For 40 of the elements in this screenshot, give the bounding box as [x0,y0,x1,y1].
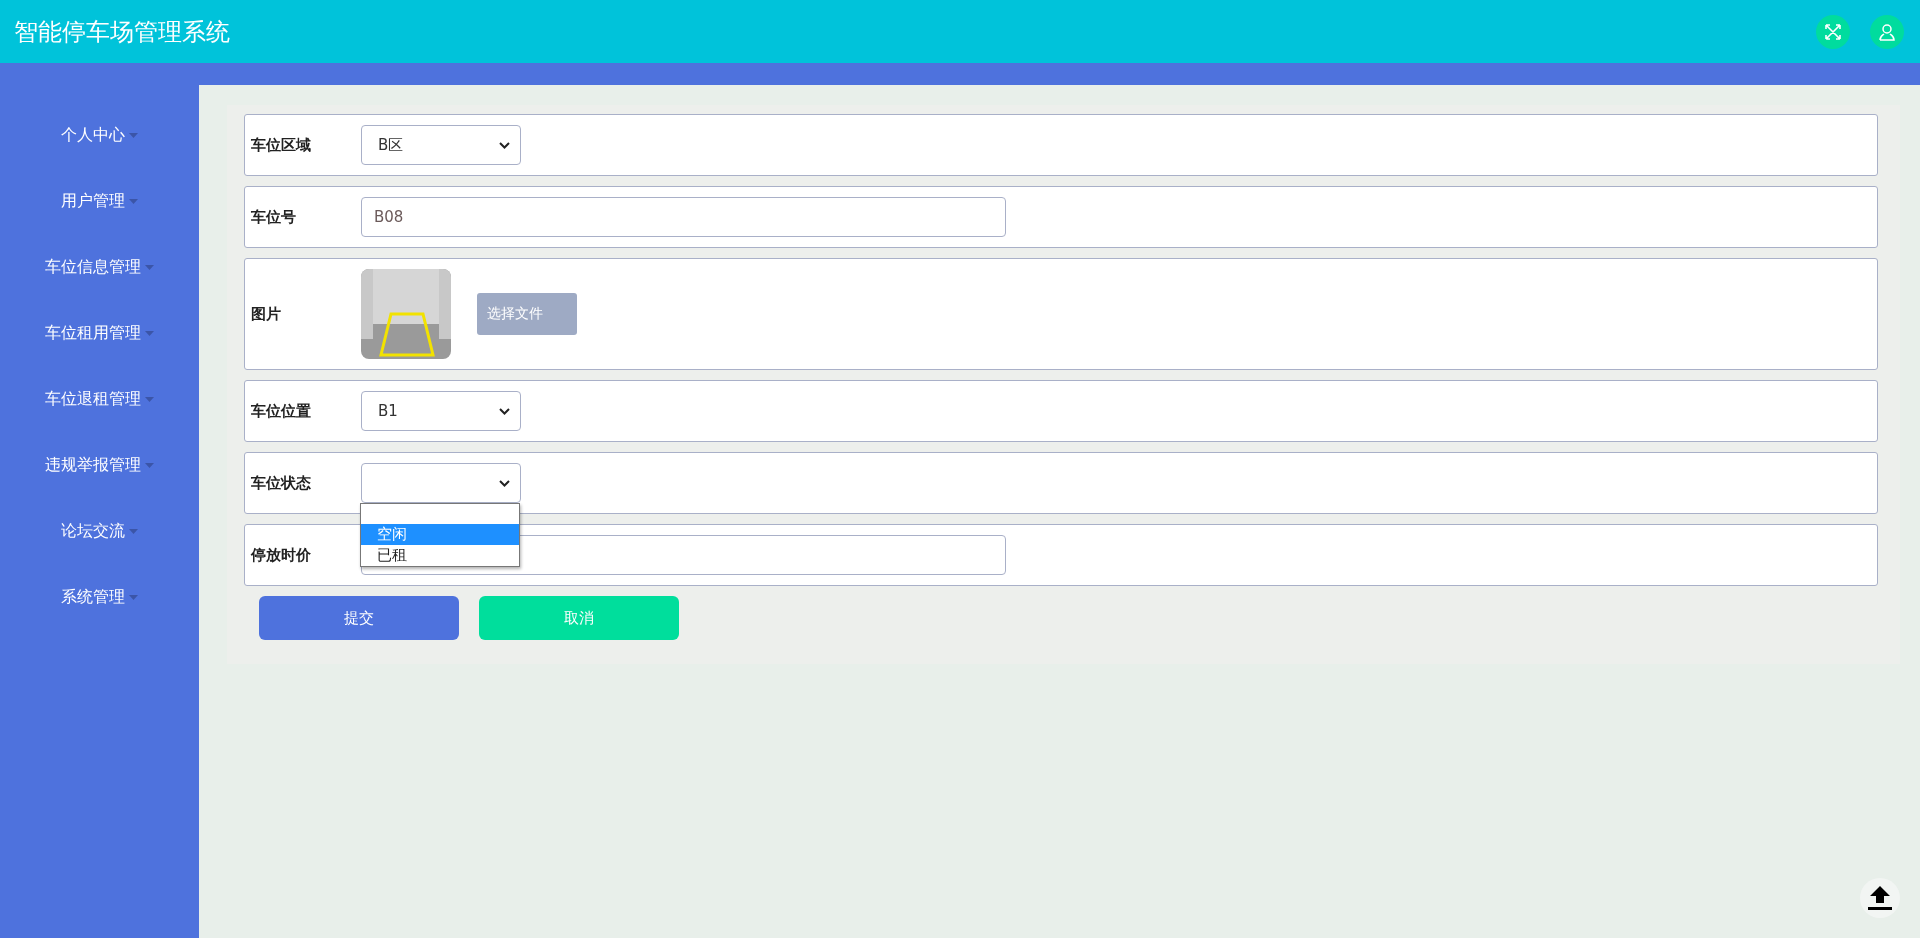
field-label: 车位号 [250,207,297,227]
submit-button[interactable]: 提交 [259,596,459,640]
caret-icon [129,132,138,138]
input-field[interactable]: B08 [361,197,1006,237]
caret-icon [145,264,154,270]
sidebar-item[interactable]: 车位租用管理 [45,317,154,349]
caret-icon [129,198,138,204]
dropdown-option[interactable]: 已租 [361,545,519,566]
select-field[interactable]: B区 [361,125,521,165]
caret-icon [145,330,154,336]
dropdown-option[interactable]: 空闲 [361,524,519,545]
sidebar-item[interactable]: 个人中心 [61,119,138,151]
choose-file-button[interactable]: 选择文件 [477,293,577,335]
field-label: 车位位置 [250,401,312,421]
field-label: 车位区域 [250,135,312,155]
sidebar-item[interactable]: 违规举报管理 [45,449,154,481]
user-icon [1878,22,1896,41]
sidebar-item[interactable]: 论坛交流 [61,515,138,547]
sidebar-item[interactable]: 车位信息管理 [45,251,154,283]
caret-icon [145,462,154,468]
caret-icon [145,396,154,402]
fullscreen-button[interactable] [1816,14,1850,49]
caret-icon [129,528,138,534]
chevron-icon [499,141,510,149]
fullscreen-icon [1824,22,1842,41]
upload-arrow-icon [1865,883,1895,913]
user-button[interactable] [1870,14,1904,49]
sidebar-item[interactable]: 系统管理 [61,581,138,613]
app-title: 智能停车场管理系统 [14,16,230,48]
sidebar-item[interactable]: 车位退租管理 [45,383,154,415]
field-label: 停放时价 [249,545,312,565]
select-field[interactable]: B1 [361,391,521,431]
sidebar-item[interactable]: 用户管理 [61,185,138,217]
chevron-icon [499,479,510,487]
field-label: 车位状态 [250,473,312,493]
back-to-top-button[interactable] [1860,878,1900,918]
select-field[interactable] [361,463,521,503]
caret-icon [129,594,138,600]
chevron-icon [499,407,510,415]
field-label: 图片 [250,304,282,324]
